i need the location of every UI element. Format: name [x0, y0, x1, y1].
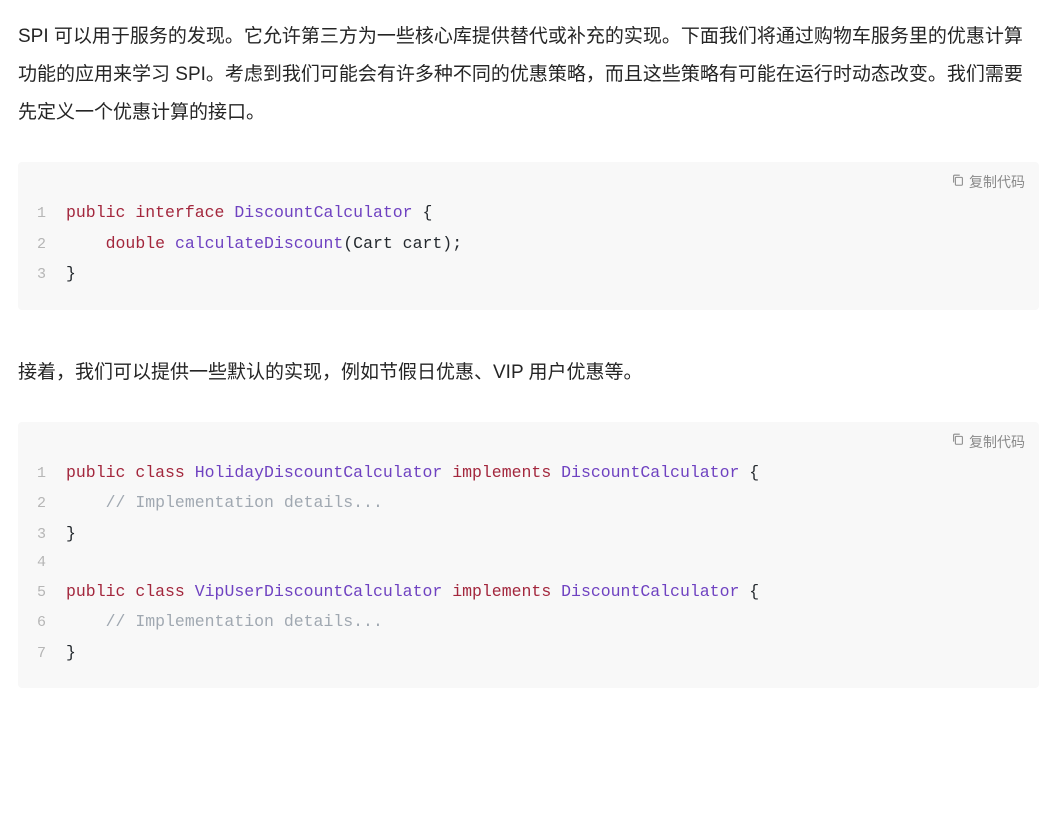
code-content: }: [66, 519, 76, 550]
line-number: 3: [18, 261, 66, 289]
paragraph-implementations: 接着，我们可以提供一些默认的实现，例如节假日优惠、VIP 用户优惠等。: [18, 354, 1039, 392]
line-number: 4: [18, 549, 66, 577]
code-line: 7}: [18, 638, 1039, 669]
line-number: 1: [18, 200, 66, 228]
code-block-implementations: 复制代码 1public class HolidayDiscountCalcul…: [18, 422, 1039, 689]
code-line: 3}: [18, 519, 1039, 550]
code-content: }: [66, 638, 76, 669]
code-content: // Implementation details...: [66, 607, 383, 638]
code-line: 4: [18, 549, 1039, 577]
code-lines: 1public class HolidayDiscountCalculator …: [18, 458, 1039, 669]
code-line: 6 // Implementation details...: [18, 607, 1039, 638]
copy-code-label: 复制代码: [969, 432, 1025, 452]
line-number: 3: [18, 521, 66, 549]
code-line: 2 // Implementation details...: [18, 488, 1039, 519]
code-lines: 1public interface DiscountCalculator {2 …: [18, 198, 1039, 290]
code-content: }: [66, 259, 76, 290]
line-number: 6: [18, 609, 66, 637]
line-number: 5: [18, 579, 66, 607]
paragraph-intro: SPI 可以用于服务的发现。它允许第三方为一些核心库提供替代或补充的实现。下面我…: [18, 18, 1039, 132]
code-content: // Implementation details...: [66, 488, 383, 519]
code-content: public class HolidayDiscountCalculator i…: [66, 458, 759, 489]
code-line: 2 double calculateDiscount(Cart cart);: [18, 229, 1039, 260]
copy-code-label: 复制代码: [969, 172, 1025, 192]
code-line: 1public class HolidayDiscountCalculator …: [18, 458, 1039, 489]
copy-code-button[interactable]: 复制代码: [951, 432, 1025, 452]
line-number: 2: [18, 231, 66, 259]
code-line: 5public class VipUserDiscountCalculator …: [18, 577, 1039, 608]
line-number: 1: [18, 460, 66, 488]
code-block-interface: 复制代码 1public interface DiscountCalculato…: [18, 162, 1039, 310]
line-number: 7: [18, 640, 66, 668]
copy-icon: [951, 432, 965, 451]
line-number: 2: [18, 490, 66, 518]
copy-icon: [951, 173, 965, 192]
copy-code-button[interactable]: 复制代码: [951, 172, 1025, 192]
code-line: 1public interface DiscountCalculator {: [18, 198, 1039, 229]
code-line: 3}: [18, 259, 1039, 290]
code-content: double calculateDiscount(Cart cart);: [66, 229, 462, 260]
code-content: public class VipUserDiscountCalculator i…: [66, 577, 759, 608]
code-content: public interface DiscountCalculator {: [66, 198, 432, 229]
